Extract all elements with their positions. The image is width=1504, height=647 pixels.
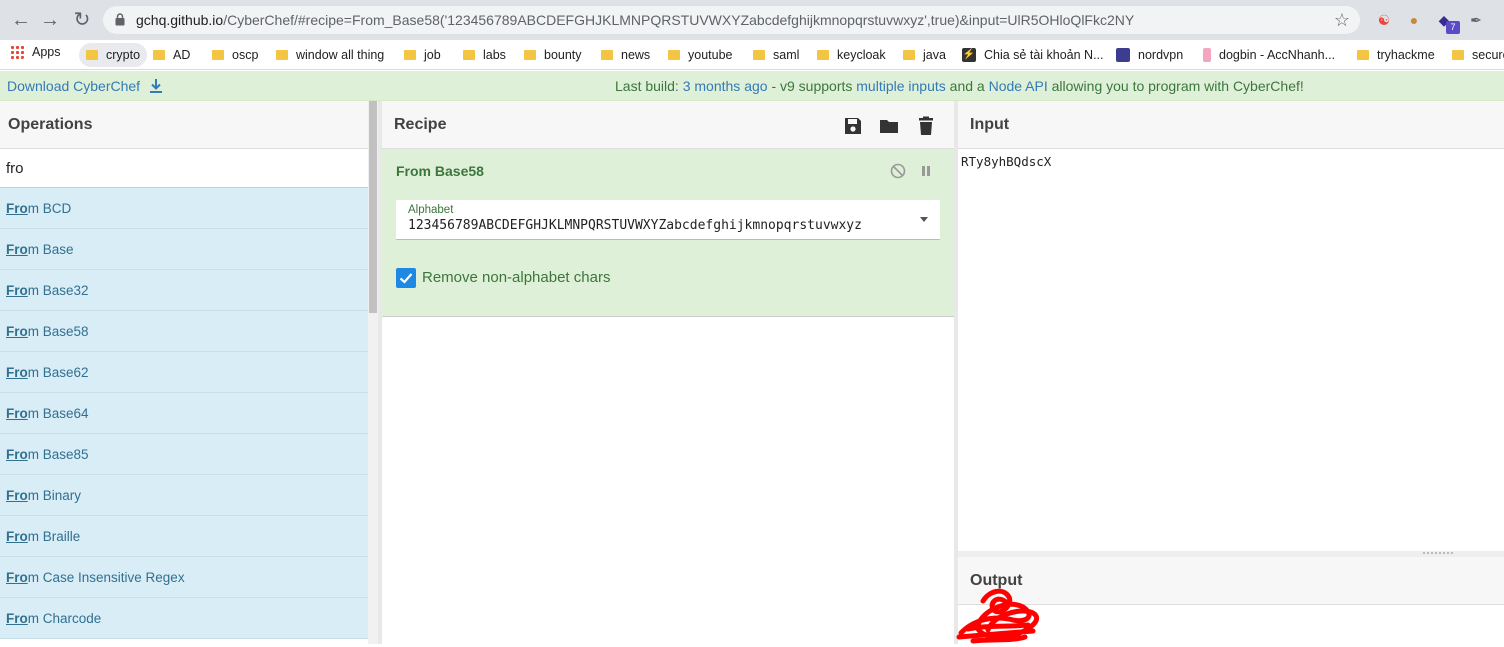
operation-from-base85[interactable]: From Base85 [0, 434, 368, 475]
operation-from-charcode[interactable]: From Charcode [0, 598, 368, 639]
build-age-link[interactable]: 3 months ago [683, 78, 768, 94]
operations-list: From BCD From Base From Base32 From Base… [0, 188, 368, 644]
operation-from-bcd[interactable]: From BCD [0, 188, 368, 229]
input-title: Input [958, 101, 1504, 149]
folder-icon [212, 49, 224, 60]
alphabet-value[interactable]: 123456789ABCDEFGHJKLMNPQRSTUVWXYZabcdefg… [408, 218, 898, 233]
save-icon[interactable] [842, 115, 864, 137]
operation-from-base58[interactable]: From Base58 [0, 311, 368, 352]
operation-from-binary[interactable]: From Binary [0, 475, 368, 516]
bookmark-dogbin[interactable]: dogbin - AccNhanh... [1203, 43, 1335, 73]
node-api-link[interactable]: Node API [989, 78, 1048, 94]
operations-search-input[interactable] [0, 149, 368, 188]
bookmark-bounty[interactable]: bounty [524, 43, 582, 73]
url-host: gchq.github.io [136, 12, 224, 28]
reload-icon[interactable]: ↻ [70, 8, 94, 32]
bookmark-secure[interactable]: secure [1452, 43, 1504, 73]
output-panel: Output [956, 557, 1504, 644]
forward-arrow-icon[interactable]: → [38, 8, 62, 32]
input-textarea[interactable]: RTy8yhBQdscX [961, 154, 1051, 169]
remove-non-alphabet-label[interactable]: Remove non-alphabet chars [422, 269, 610, 286]
dogbin-icon [1203, 47, 1211, 62]
operation-from-base32[interactable]: From Base32 [0, 270, 368, 311]
folder-icon [903, 49, 915, 60]
bookmark-tryhackme[interactable]: tryhackme [1357, 43, 1435, 73]
multiple-inputs-link[interactable]: multiple inputs [856, 78, 946, 94]
download-cyberchef-link[interactable]: Download CyberChef [7, 71, 163, 101]
folder-icon [276, 49, 288, 60]
folder-icon [153, 49, 165, 60]
input-panel: Input RTy8yhBQdscX [958, 101, 1504, 551]
back-arrow-icon[interactable]: ← [9, 8, 33, 32]
folder-icon [753, 49, 765, 60]
bookmark-labs[interactable]: labs [463, 43, 506, 73]
remove-non-alphabet-checkbox[interactable] [396, 268, 416, 288]
operations-scroll-thumb[interactable] [369, 101, 377, 313]
bookmark-job[interactable]: job [404, 43, 441, 73]
bookmark-news[interactable]: news [601, 43, 650, 73]
extension-pen-icon[interactable]: ✒ [1466, 10, 1486, 30]
bookmark-youtube[interactable]: youtube [668, 43, 732, 73]
bookmark-apps[interactable]: Apps [10, 40, 61, 70]
extension-cookie-icon[interactable]: ● [1404, 10, 1424, 30]
operations-title: Operations [0, 101, 378, 149]
url-path: /CyberChef/#recipe=From_Base58('12345678… [223, 12, 1135, 28]
operation-from-base[interactable]: From Base [0, 229, 368, 270]
alphabet-select[interactable]: Alphabet 123456789ABCDEFGHJKLMNPQRSTUVWX… [396, 200, 940, 240]
resize-grip-icon [1423, 552, 1453, 554]
bookmark-ad[interactable]: AD [153, 43, 190, 73]
recipe-panel: Recipe From Base58 Alphabet 123456789ABC… [382, 101, 954, 644]
operation-from-braille[interactable]: From Braille [0, 516, 368, 557]
bookmark-keycloak[interactable]: keycloak [817, 43, 886, 73]
extension-network-icon[interactable]: ☯ [1374, 10, 1394, 30]
bookmark-nordvpn[interactable]: nordvpn [1116, 43, 1183, 73]
chevron-down-icon[interactable] [920, 217, 928, 222]
apps-grid-icon [10, 44, 24, 59]
folder-icon [1452, 49, 1464, 60]
trash-icon[interactable] [915, 115, 937, 137]
folder-icon [1357, 49, 1369, 60]
alphabet-label: Alphabet [408, 204, 454, 216]
folder-icon [524, 49, 536, 60]
folder-icon [86, 49, 98, 60]
recipe-operation-from-base58[interactable]: From Base58 Alphabet 123456789ABCDEFGHJK… [382, 149, 954, 317]
folder-icon [817, 49, 829, 60]
checkmark-icon [399, 273, 413, 284]
bookmark-crypto[interactable]: crypto [79, 43, 148, 67]
recipe-operation-title: From Base58 [396, 163, 484, 179]
pause-icon[interactable] [917, 162, 935, 180]
extension-badge: 7 [1446, 21, 1460, 34]
lock-icon [115, 13, 125, 26]
bookmark-saml[interactable]: saml [753, 43, 799, 73]
lightning-icon: ⚡ [962, 47, 976, 62]
folder-icon [463, 49, 475, 60]
browser-toolbar: ← → ↻ gchq.github.io/CyberChef/#recipe=F… [0, 0, 1504, 40]
bookmark-java[interactable]: java [903, 43, 946, 73]
bookmark-chia-se[interactable]: ⚡ Chia sẻ tài khoản N... [962, 43, 1104, 73]
disable-icon[interactable] [889, 162, 907, 180]
operation-from-case-insensitive-regex[interactable]: From Case Insensitive Regex [0, 557, 368, 598]
folder-open-icon[interactable] [878, 115, 900, 137]
operation-from-base64[interactable]: From Base64 [0, 393, 368, 434]
operations-scrollbar[interactable] [368, 101, 378, 644]
notice-banner: Download CyberChef Last build: 3 months … [0, 71, 1504, 101]
redaction-scribble [956, 588, 1040, 644]
bookmark-window-all-thing[interactable]: window all thing [276, 43, 384, 73]
download-icon [149, 79, 162, 93]
bookmarks-bar: Apps crypto AD oscp window all thing job… [0, 40, 1504, 70]
bookmark-oscp[interactable]: oscp [212, 43, 258, 73]
folder-icon [404, 49, 416, 60]
folder-icon [601, 49, 613, 60]
folder-icon [668, 49, 680, 60]
build-info: Last build: 3 months ago - v9 supports m… [615, 78, 1304, 94]
address-bar[interactable]: gchq.github.io/CyberChef/#recipe=From_Ba… [103, 6, 1360, 34]
bookmark-star-icon[interactable]: ☆ [1334, 10, 1350, 31]
operation-from-base62[interactable]: From Base62 [0, 352, 368, 393]
recipe-title: Recipe [382, 101, 954, 149]
operations-panel: Operations From BCD From Base From Base3… [0, 101, 378, 644]
nordvpn-icon [1116, 47, 1130, 62]
url-text[interactable]: gchq.github.io/CyberChef/#recipe=From_Ba… [136, 6, 1134, 34]
